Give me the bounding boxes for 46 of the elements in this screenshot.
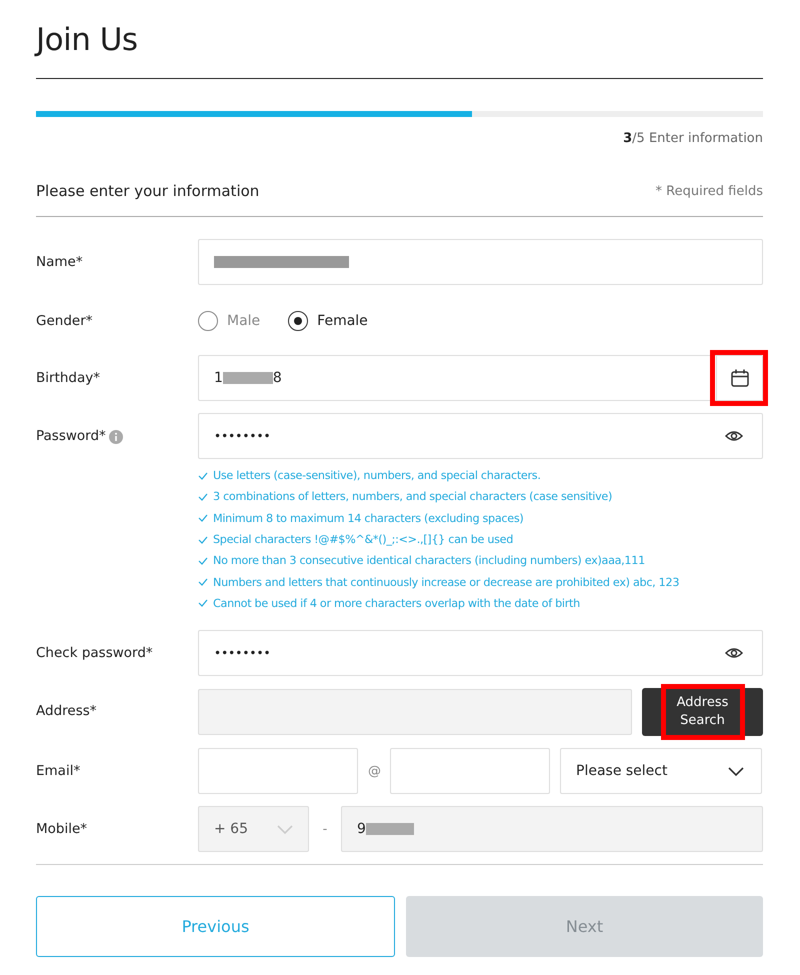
field-label: Mobile* (36, 821, 88, 838)
radio-button[interactable]: Female (288, 311, 368, 331)
calendar-icon (730, 368, 750, 388)
field-value: 1 (214, 370, 223, 386)
check-icon (198, 536, 208, 544)
rule-text: Special characters !@#$%^&*()_;:<>.,[]{} can be used (213, 533, 514, 546)
field-label: Address* (36, 703, 97, 720)
chevron-down-icon (727, 766, 745, 777)
country-code-select[interactable]: + 65 (198, 806, 309, 852)
required-note: * Required fields (656, 184, 763, 198)
chevron-down-icon (276, 824, 294, 835)
radio-button[interactable]: Male (198, 311, 260, 331)
section-heading: Please enter your information (36, 182, 260, 200)
email-user-field[interactable] (198, 748, 358, 794)
dash: - (322, 822, 328, 837)
rule-text: No more than 3 consecutive identical characters (including numbers) ex)aaa,111 (213, 554, 645, 568)
field-value: 8 (272, 370, 282, 386)
at-sign: @ (368, 764, 380, 779)
rule-text: Use letters (case-sensitive), numbers, and special characters. (213, 469, 541, 482)
address-field[interactable] (198, 689, 632, 736)
email-domain-field[interactable] (390, 748, 550, 794)
field-label: Password* (36, 428, 106, 444)
rule-text: 3 combinations of letters, numbers, and special characters (case sensitive) (213, 490, 612, 504)
check-icon (198, 578, 208, 586)
field-label: Email* (36, 763, 80, 780)
field-value: •••••••• (214, 646, 271, 660)
page-title: Join Us (36, 22, 763, 79)
field-label: Gender* (36, 313, 92, 329)
field-value: 9 (357, 821, 366, 838)
check-icon (198, 556, 208, 565)
rule-text: Minimum 8 to maximum 14 characters (excluding spaces) (213, 512, 524, 525)
check-icon (198, 472, 208, 480)
step-indicator: 3/5 Enter information (622, 131, 763, 146)
password-field[interactable]: •••••••• (198, 630, 763, 676)
field-value: •••••••• (214, 429, 271, 443)
domain-select[interactable]: Please select (560, 748, 762, 794)
field-label: Check password* (36, 645, 153, 662)
rule-text: Cannot be used if 4 or more characters overlap with the date of birth (213, 596, 580, 610)
field-label: Name* (36, 254, 83, 270)
name-field[interactable] (198, 239, 763, 285)
check-icon (198, 514, 208, 522)
check-icon (198, 599, 208, 608)
field-label: Birthday* (36, 370, 100, 386)
rule-text: Numbers and letters that continuously increase or decrease are prohibited ex) abc, 123 (213, 576, 680, 589)
password-field[interactable]: •••••••• (198, 413, 763, 459)
check-icon (198, 492, 208, 501)
